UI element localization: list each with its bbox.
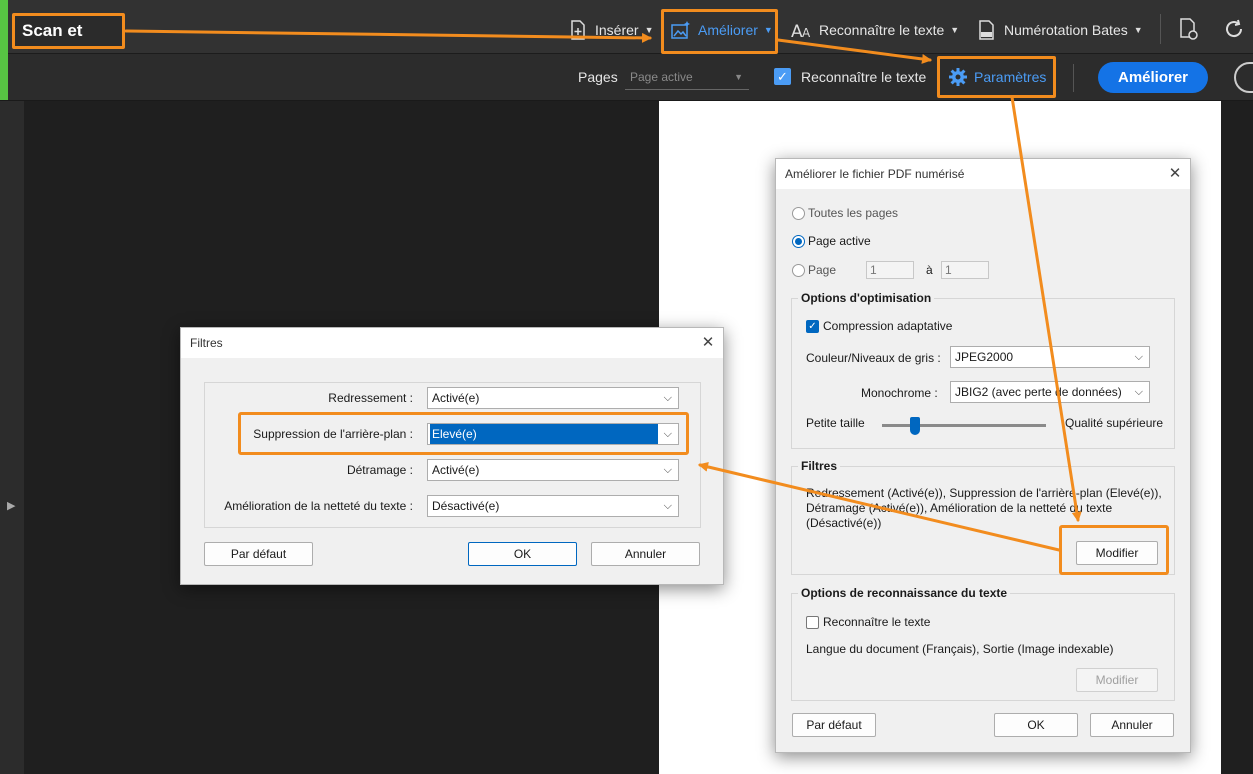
page-to-label: à bbox=[926, 263, 933, 277]
slider-max-label: Qualité supérieure bbox=[1065, 416, 1164, 430]
insert-menu-button[interactable]: Insérer ▼ bbox=[567, 16, 654, 44]
filters-summary-line: Détramage (Activé(e)), Amélioration de l… bbox=[806, 501, 1113, 515]
app-title: Scan et OCR bbox=[12, 13, 125, 70]
color-compression-label: Couleur/Niveaux de gris : bbox=[806, 351, 941, 365]
radio-page-range-label: Page bbox=[808, 263, 837, 277]
monochrome-select[interactable]: JBIG2 (avec perte de données) ⌵ bbox=[950, 381, 1150, 403]
dialog-title: Filtres bbox=[181, 328, 723, 358]
color-compression-value: JPEG2000 bbox=[955, 350, 1014, 364]
ocr-options-group-title: Options de reconnaissance du texte bbox=[798, 586, 1011, 600]
ok-button[interactable]: OK bbox=[468, 542, 577, 566]
text-sharpen-label: Amélioration de la netteté du texte : bbox=[224, 499, 413, 513]
modify-ocr-button[interactable]: Modifier bbox=[1076, 668, 1158, 692]
filters-summary-line: Redressement (Activé(e)), Suppression de… bbox=[806, 486, 1162, 500]
background-removal-highlight bbox=[238, 412, 689, 455]
ocr-checkbox[interactable] bbox=[806, 616, 819, 629]
chevron-down-icon: ⌵ bbox=[1134, 386, 1143, 398]
quality-slider-thumb[interactable] bbox=[909, 417, 920, 435]
radio-all-pages-label: Toutes les pages bbox=[808, 206, 899, 220]
chevron-down-icon: ⌵ bbox=[1134, 351, 1143, 363]
deskew-value: Activé(e) bbox=[432, 391, 480, 405]
expand-panel-icon[interactable]: ▶ bbox=[7, 499, 15, 512]
optimization-group-title: Options d'optimisation bbox=[798, 291, 935, 305]
radio-current-page[interactable] bbox=[792, 235, 805, 248]
page-to-input[interactable]: 1 bbox=[941, 261, 989, 279]
text-sharpen-select[interactable]: Désactivé(e) ⌵ bbox=[427, 495, 679, 517]
scan-options-bar: Pages Page active ▼ ✓ Reconnaître le tex… bbox=[0, 54, 1253, 101]
pages-label: Pages bbox=[578, 69, 618, 85]
deskew-label: Redressement : bbox=[328, 391, 413, 405]
pages-select[interactable]: Page active ▼ bbox=[625, 66, 749, 90]
monochrome-label: Monochrome : bbox=[861, 386, 938, 400]
bates-label: Numérotation Bates bbox=[1004, 22, 1128, 38]
chevron-down-icon: ▼ bbox=[644, 25, 654, 35]
svg-text:A: A bbox=[802, 26, 811, 40]
improve-label: Améliorer bbox=[698, 22, 758, 38]
settings-label: Paramètres bbox=[974, 69, 1047, 85]
improve-menu-button[interactable]: Améliorer ▼ bbox=[670, 16, 773, 44]
chevron-down-icon: ⌵ bbox=[663, 500, 672, 512]
toolbar-divider bbox=[1073, 64, 1074, 92]
default-button[interactable]: Par défaut bbox=[792, 713, 876, 737]
gear-icon bbox=[949, 68, 967, 86]
page-settings-icon[interactable] bbox=[1178, 17, 1200, 41]
close-icon[interactable]: ✕ bbox=[693, 328, 723, 358]
toolbar-divider bbox=[1160, 14, 1161, 44]
dialog-title: Améliorer le fichier PDF numérisé bbox=[776, 159, 1190, 189]
chevron-down-icon: ⌵ bbox=[663, 392, 672, 404]
descreen-select[interactable]: Activé(e) ⌵ bbox=[427, 459, 679, 481]
chevron-down-icon: ▼ bbox=[763, 25, 773, 35]
top-toolbar: Scan et OCR Insérer ▼ Améliorer ▼ AA Rec… bbox=[0, 0, 1253, 70]
adaptive-compression-label: Compression adaptative bbox=[823, 319, 953, 333]
chevron-down-icon: ▼ bbox=[950, 25, 960, 35]
modify-highlight bbox=[1059, 525, 1169, 575]
improve-primary-button[interactable]: Améliorer bbox=[1098, 62, 1208, 93]
radio-current-page-label: Page active bbox=[808, 234, 871, 248]
color-compression-select[interactable]: JPEG2000 ⌵ bbox=[950, 346, 1150, 368]
bates-numbering-icon bbox=[979, 20, 994, 40]
page-from-input[interactable]: 1 bbox=[866, 261, 914, 279]
cancel-button[interactable]: Annuler bbox=[1090, 713, 1174, 737]
chevron-down-icon: ▼ bbox=[734, 72, 743, 82]
radio-all-pages[interactable] bbox=[792, 207, 805, 220]
recognize-text-menu-button[interactable]: AA Reconnaître le texte ▼ bbox=[791, 16, 959, 44]
text-sharpen-value: Désactivé(e) bbox=[432, 499, 500, 513]
active-tool-indicator bbox=[0, 0, 8, 100]
radio-page-range[interactable] bbox=[792, 264, 805, 277]
pages-select-value: Page active bbox=[630, 70, 693, 84]
ocr-summary: Langue du document (Français), Sortie (I… bbox=[806, 642, 1114, 656]
left-panel-rail: ▶ bbox=[0, 101, 24, 774]
filters-dialog: Filtres ✕ Redressement : Activé(e) ⌵ Sup… bbox=[180, 327, 724, 585]
cancel-button[interactable]: Annuler bbox=[591, 542, 700, 566]
refresh-icon[interactable] bbox=[1224, 17, 1246, 41]
monochrome-value: JBIG2 (avec perte de données) bbox=[955, 385, 1122, 399]
slider-min-label: Petite taille bbox=[806, 416, 865, 430]
close-tool-button[interactable] bbox=[1234, 62, 1253, 93]
chevron-down-icon: ⌵ bbox=[663, 464, 672, 476]
ocr-checkbox-label: Reconnaître le texte bbox=[823, 615, 931, 629]
quality-slider-track[interactable] bbox=[882, 424, 1046, 427]
descreen-value: Activé(e) bbox=[432, 463, 480, 477]
descreen-label: Détramage : bbox=[346, 463, 413, 477]
insert-page-icon bbox=[571, 20, 585, 40]
filters-group-title: Filtres bbox=[798, 459, 841, 473]
recognize-text-checkbox[interactable]: ✓ bbox=[774, 68, 791, 85]
bates-menu-button[interactable]: Numérotation Bates ▼ bbox=[976, 16, 1143, 44]
close-icon[interactable]: ✕ bbox=[1160, 159, 1190, 189]
text-recognition-icon: AA bbox=[791, 22, 811, 41]
recognize-text-label: Reconnaître le texte bbox=[819, 22, 945, 38]
adaptive-compression-checkbox[interactable]: ✓ bbox=[806, 320, 819, 333]
settings-button[interactable]: Paramètres bbox=[937, 56, 1056, 98]
improve-scanned-pdf-dialog: Améliorer le fichier PDF numérisé ✕ Tout… bbox=[775, 158, 1191, 753]
filters-summary-line: (Désactivé(e)) bbox=[806, 516, 882, 530]
deskew-select[interactable]: Activé(e) ⌵ bbox=[427, 387, 679, 409]
recognize-text-checkbox-label: Reconnaître le texte bbox=[801, 69, 927, 85]
ok-button[interactable]: OK bbox=[994, 713, 1078, 737]
insert-label: Insérer bbox=[595, 22, 639, 38]
chevron-down-icon: ▼ bbox=[1133, 25, 1143, 35]
enhance-image-icon bbox=[671, 21, 690, 39]
default-button[interactable]: Par défaut bbox=[204, 542, 313, 566]
